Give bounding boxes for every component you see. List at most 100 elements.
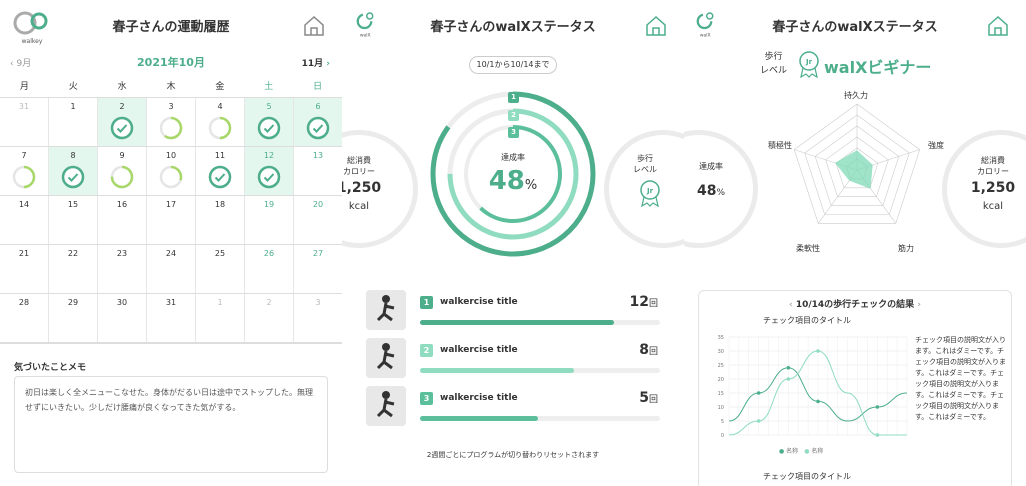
home-icon[interactable] bbox=[644, 14, 668, 38]
calendar-day[interactable]: 29 bbox=[49, 294, 98, 342]
day-number: 30 bbox=[116, 298, 128, 307]
day-number: 11 bbox=[214, 151, 226, 160]
exercise-number: 3 bbox=[420, 392, 433, 405]
calendar-day[interactable]: 15 bbox=[49, 196, 98, 244]
calendar-day[interactable]: 23 bbox=[98, 245, 147, 293]
weekday-5: 土 bbox=[264, 82, 274, 92]
calendar-day[interactable]: 12 bbox=[245, 147, 294, 195]
day-number: 8 bbox=[70, 151, 76, 160]
check-result-card: ‹ 10/14の歩行チェックの結果 › チェック項目のタイトル 0 5 10 15 20… bbox=[698, 290, 1012, 486]
calendar-day[interactable]: 5 bbox=[245, 98, 294, 146]
prev-day-button[interactable]: ‹ bbox=[789, 300, 796, 310]
exercise-progress-bar bbox=[420, 368, 660, 373]
level-name: walXビギナー bbox=[824, 58, 932, 77]
day-number: 7 bbox=[21, 151, 27, 160]
history-panel: walkey 春子さんの運動履歴 ‹ 9月 2021年10月 11月 › 月 火 水… bbox=[0, 0, 342, 486]
calendar-day[interactable]: 31 bbox=[0, 98, 49, 146]
completed-ring-icon bbox=[257, 165, 281, 189]
next-month-button[interactable]: 11月 › bbox=[302, 56, 330, 69]
calendar-day[interactable]: 28 bbox=[0, 294, 49, 342]
calendar-day[interactable]: 1 bbox=[196, 294, 245, 342]
radar-axis-label: 柔軟性 bbox=[796, 244, 820, 253]
weekday-2: 水 bbox=[117, 82, 127, 92]
y-tick-label: 15 bbox=[718, 391, 724, 397]
day-number: 14 bbox=[18, 200, 30, 209]
calendar-day[interactable]: 10 bbox=[147, 147, 196, 195]
ring-badge-2: 2 bbox=[508, 110, 519, 121]
completed-ring-icon bbox=[257, 116, 281, 140]
ring-badge-3: 3 bbox=[508, 127, 519, 138]
calendar-day[interactable]: 20 bbox=[294, 196, 342, 244]
calendar-day[interactable]: 9 bbox=[98, 147, 147, 195]
page-title: 春子さんのwalXステータス bbox=[772, 20, 938, 35]
data-point bbox=[875, 433, 880, 437]
calendar-day[interactable]: 19 bbox=[245, 196, 294, 244]
day-number: 16 bbox=[116, 200, 128, 209]
y-tick-label: 20 bbox=[718, 377, 724, 383]
header: walkey 春子さんの運動履歴 bbox=[0, 0, 342, 52]
calendar-day[interactable]: 21 bbox=[0, 245, 49, 293]
calendar-day[interactable]: 6 bbox=[294, 98, 342, 146]
exercise-row[interactable]: 2 walkercise title 8回 bbox=[366, 338, 662, 378]
day-number: 19 bbox=[263, 200, 275, 209]
y-tick-label: 35 bbox=[718, 335, 724, 341]
exercise-image bbox=[366, 290, 406, 330]
data-point bbox=[816, 349, 820, 353]
calendar-day[interactable]: 14 bbox=[0, 196, 49, 244]
memo-textarea[interactable]: 初日は楽しく全メニューこなせた。身体がだるい日は途中でストップした。無理せずにい… bbox=[14, 376, 328, 473]
day-number: 25 bbox=[214, 249, 226, 258]
day-number: 3 bbox=[168, 102, 174, 111]
home-icon[interactable] bbox=[302, 14, 326, 38]
progress-ring-icon bbox=[208, 116, 232, 140]
day-number: 31 bbox=[18, 102, 30, 111]
weekday-6: 日 bbox=[313, 82, 323, 92]
completed-ring-icon bbox=[208, 165, 232, 189]
calendar-day[interactable]: 22 bbox=[49, 245, 98, 293]
calendar-day[interactable]: 18 bbox=[196, 196, 245, 244]
check-title: ‹ 10/14の歩行チェックの結果 › bbox=[788, 300, 922, 310]
day-number: 5 bbox=[266, 102, 272, 111]
calendar-day[interactable]: 11 bbox=[196, 147, 245, 195]
data-point bbox=[786, 377, 791, 381]
exercise-row[interactable]: 1 walkercise title 12回 bbox=[366, 290, 662, 330]
calendar-day[interactable]: 3 bbox=[294, 294, 342, 342]
exercise-count: 12回 bbox=[629, 294, 659, 310]
progress-ring-icon bbox=[159, 116, 183, 140]
calendar-day[interactable]: 1 bbox=[49, 98, 98, 146]
day-number: 9 bbox=[119, 151, 125, 160]
calendar-day[interactable]: 31 bbox=[147, 294, 196, 342]
check-item-title: チェック項目のタイトル bbox=[763, 316, 851, 325]
check-line-chart: 0 5 10 15 20 25 30 35 bbox=[718, 335, 908, 439]
completed-ring-icon bbox=[110, 116, 134, 140]
calendar-day[interactable]: 8 bbox=[49, 147, 98, 195]
calorie-circle: 総消費 カロリー 1,250 kcal bbox=[342, 130, 418, 248]
calendar-day[interactable]: 17 bbox=[147, 196, 196, 244]
calendar-day[interactable]: 7 bbox=[0, 147, 49, 195]
calendar-day[interactable]: 27 bbox=[294, 245, 342, 293]
next-day-button[interactable]: › bbox=[914, 300, 921, 310]
status-panel: walX 春子さんのwalXステータス 10/1から10/14まで 総消費 カロ… bbox=[342, 0, 684, 486]
progress-ring-icon bbox=[12, 165, 36, 189]
calendar-day[interactable]: 3 bbox=[147, 98, 196, 146]
day-number: 1 bbox=[217, 298, 223, 307]
calendar-day[interactable]: 13 bbox=[294, 147, 342, 195]
calendar-day[interactable]: 2 bbox=[98, 98, 147, 146]
home-icon[interactable] bbox=[986, 14, 1010, 38]
calendar-day[interactable]: 24 bbox=[147, 245, 196, 293]
day-number: 2 bbox=[119, 102, 125, 111]
exercise-row[interactable]: 3 walkercise title 5回 bbox=[366, 386, 662, 426]
current-month: 2021年10月 bbox=[137, 56, 205, 69]
calendar-day[interactable]: 30 bbox=[98, 294, 147, 342]
day-number: 20 bbox=[312, 200, 324, 209]
data-point bbox=[875, 405, 880, 409]
calendar-day[interactable]: 4 bbox=[196, 98, 245, 146]
calendar-week: 14 15 16 17 18 19 20 bbox=[0, 196, 342, 245]
calendar-day[interactable]: 26 bbox=[245, 245, 294, 293]
calendar-day[interactable]: 25 bbox=[196, 245, 245, 293]
calendar-day[interactable]: 2 bbox=[245, 294, 294, 342]
jr-badge-icon: Jr bbox=[799, 51, 819, 78]
status-detail-panel: walX 春子さんのwalXステータス 歩行 レベル Jr walXビギナー 達… bbox=[684, 0, 1026, 486]
calendar-day[interactable]: 16 bbox=[98, 196, 147, 244]
level-circle: 歩行 レベル Jr bbox=[604, 130, 684, 248]
weekday-header: 月火水木金土日 bbox=[0, 76, 342, 98]
